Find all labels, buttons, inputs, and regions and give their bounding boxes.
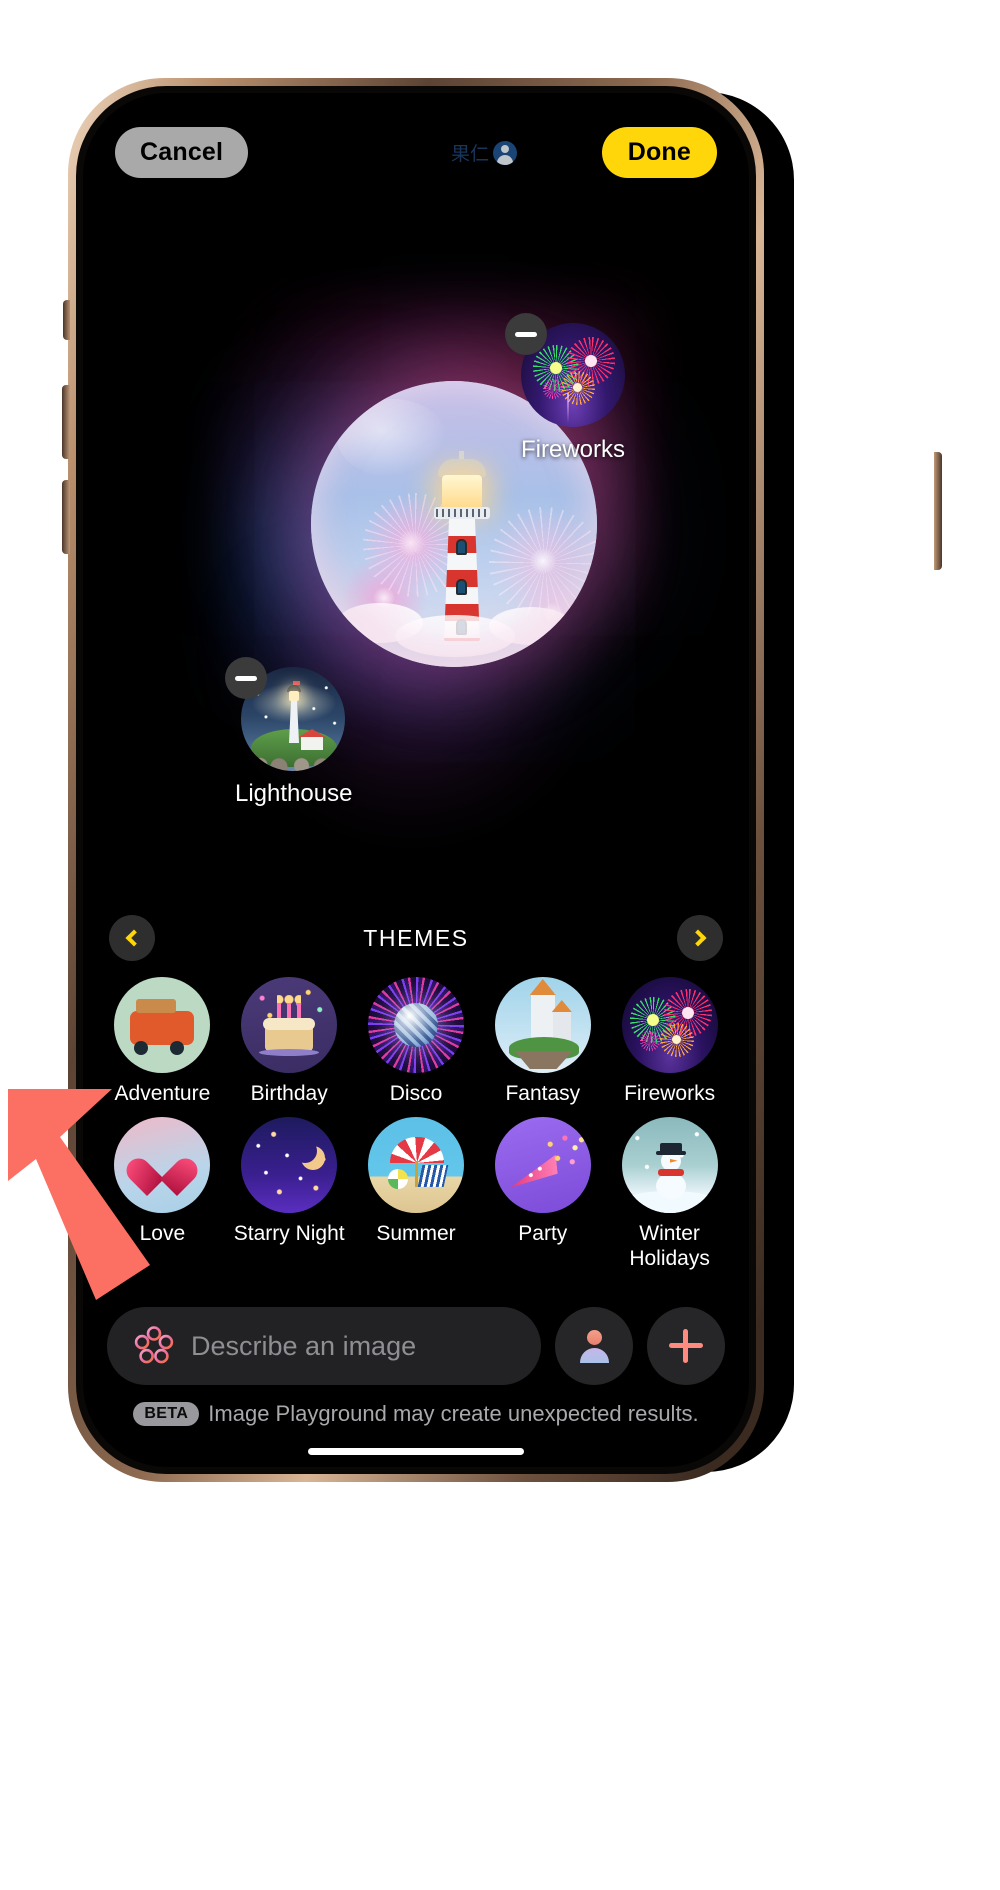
done-button[interactable]: Done [601,126,717,178]
themes-title: THEMES [363,924,469,951]
remove-concept-icon[interactable] [225,657,267,699]
disco-theme-icon[interactable] [367,977,464,1073]
volume-down-button[interactable] [62,480,70,554]
image-playground-icon [133,1325,175,1367]
lighthouse-tower-small [285,681,303,743]
theme-item-winter-holidays[interactable]: Winter Holidays [606,1116,733,1272]
theme-item-fantasy[interactable]: Fantasy [479,977,606,1107]
beta-notice-row: BETA Image Playground may create unexpec… [83,1401,749,1427]
concept-chip-fireworks[interactable]: Fireworks [505,313,631,464]
snowman-icon [654,1141,688,1199]
concept-chip-label: Lighthouse [235,780,353,807]
beta-badge: BETA [133,1402,200,1426]
concept-chip-label: Fireworks [520,436,625,463]
prompt-placeholder: Describe an image [191,1330,417,1361]
plus-icon [669,1329,703,1363]
person-avatar-icon [493,140,518,165]
image-canvas[interactable]: Fireworks Lighthouse [83,93,749,913]
annotation-arrow [8,1089,150,1300]
remove-concept-icon[interactable] [505,313,547,355]
summer-theme-icon[interactable] [367,1116,464,1213]
theme-item-fireworks[interactable]: Fireworks [606,977,733,1107]
winter-holidays-theme-icon[interactable] [621,1116,718,1213]
theme-item-starry-night[interactable]: Starry Night [226,1116,353,1272]
starry-night-theme-icon[interactable] [241,1116,338,1213]
theme-label: Birthday [250,1082,328,1105]
watermark: 果仁 [451,139,518,166]
theme-label: Fantasy [505,1082,581,1105]
cancel-button[interactable]: Cancel [115,126,249,178]
theme-label: Starry Night [233,1221,345,1245]
power-button[interactable] [934,452,942,570]
theme-item-party[interactable]: Party [479,1116,606,1272]
firework-burst-small-icon [543,379,563,399]
chevron-left-icon [125,929,143,947]
add-button[interactable] [647,1307,725,1385]
theme-item-disco[interactable]: Disco [353,977,480,1107]
silence-switch-button[interactable] [63,300,70,340]
theme-label: Summer [376,1221,456,1245]
describe-an-image-field[interactable]: Describe an image [107,1307,541,1385]
theme-label: Winter Holidays [629,1221,710,1270]
party-theme-icon[interactable] [494,1116,591,1213]
home-indicator[interactable] [308,1448,524,1455]
theme-item-birthday[interactable]: Birthday [226,977,353,1107]
adventure-theme-icon[interactable] [114,977,211,1073]
fantasy-theme-icon[interactable] [494,977,591,1073]
screenshot-root: Fireworks Lighthouse Cancel Done 果仁 THEM… [0,0,1000,1890]
chevron-right-icon [689,929,707,947]
lighthouse-rocks [247,757,341,771]
theme-item-summer[interactable]: Summer [353,1116,480,1272]
beta-notice-text: Image Playground may create unexpected r… [208,1401,699,1426]
top-toolbar: Cancel Done [83,115,749,189]
person-icon [577,1329,611,1363]
theme-label: Disco [389,1082,443,1105]
watermark-text: 果仁 [451,144,490,165]
theme-label: Fireworks [624,1082,716,1105]
volume-up-button[interactable] [62,385,70,459]
birthday-theme-icon[interactable] [241,977,338,1073]
fireworks-theme-icon[interactable] [621,977,718,1073]
themes-prev-button[interactable] [109,915,155,961]
themes-header: THEMES [83,905,749,971]
theme-label: Party [518,1221,568,1245]
concept-chip-lighthouse[interactable]: Lighthouse [225,657,353,808]
person-button[interactable] [555,1307,633,1385]
bottom-toolbar: Describe an image [83,1303,749,1389]
firework-trail [567,393,569,423]
themes-next-button[interactable] [676,915,723,961]
